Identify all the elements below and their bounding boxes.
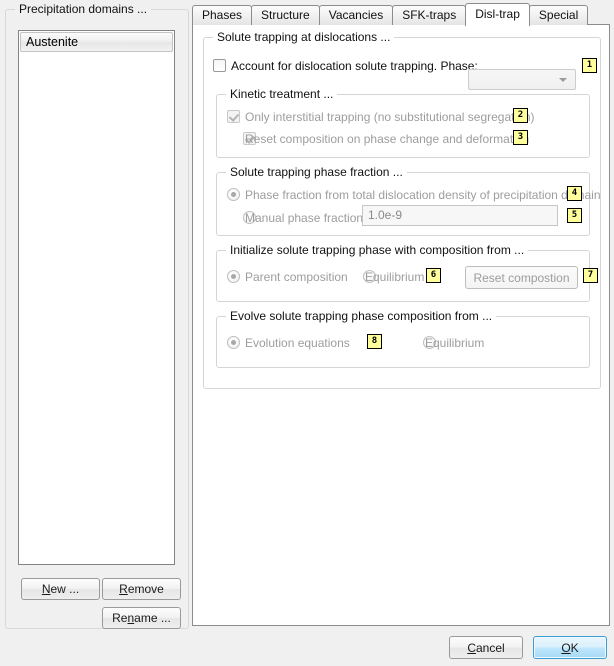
remove-button-label: Remove: [119, 582, 164, 596]
rename-button-label: Rename ...: [112, 611, 171, 625]
tab-area: Phases Structure Vacancies SFK-traps Dis…: [192, 2, 610, 626]
phase-fraction-manual-label: Manual phase fraction: [245, 211, 364, 225]
reset-composition-button-label: Reset compostion: [473, 270, 570, 285]
phase-fraction-group-title: Solute trapping phase fraction ...: [226, 165, 407, 179]
init-parent-composition-radio[interactable]: [227, 270, 240, 284]
badge-1: 1: [582, 58, 597, 73]
badge-5: 5: [567, 208, 582, 223]
tab-special[interactable]: Special: [528, 5, 589, 25]
reset-composition-button[interactable]: Reset compostion: [465, 266, 578, 289]
new-domain-button[interactable]: New ...: [21, 578, 100, 600]
tab-label: Structure: [261, 8, 310, 22]
interstitial-trapping-checkbox[interactable]: [227, 110, 240, 124]
tab-label: Special: [538, 8, 579, 22]
badge-8: 8: [367, 334, 382, 349]
badge-3: 3: [513, 130, 528, 145]
tab-disl-trap[interactable]: Disl-trap: [465, 3, 530, 26]
badge-2: 2: [513, 108, 528, 123]
precipitation-domains-panel: Precipitation domains ... Austenite New …: [5, 2, 189, 629]
kinetic-treatment-group: Kinetic treatment ... Only interstitial …: [216, 87, 590, 158]
badge-7: 7: [583, 268, 598, 283]
list-item[interactable]: Austenite: [20, 32, 173, 52]
tab-structure[interactable]: Structure: [251, 5, 320, 25]
tab-phases[interactable]: Phases: [192, 5, 253, 25]
remove-domain-button[interactable]: Remove: [102, 578, 181, 600]
evolve-composition-group-title: Evolve solute trapping phase composition…: [226, 309, 497, 323]
evolve-composition-group: Evolve solute trapping phase composition…: [216, 309, 590, 368]
tab-label: Vacancies: [328, 8, 384, 22]
badge-4: 4: [567, 186, 582, 201]
account-dislocation-trapping-label: Account for dislocation solute trapping.…: [231, 59, 478, 73]
phase-fraction-total-label: Phase fraction from total dislocation de…: [245, 188, 601, 202]
initialize-composition-group: Initialize solute trapping phase with co…: [216, 243, 598, 302]
new-button-label: New ...: [41, 582, 80, 596]
precipitation-domains-title: Precipitation domains ...: [15, 2, 152, 16]
evolve-equations-label: Evolution equations: [245, 336, 350, 350]
tab-vacancies[interactable]: Vacancies: [318, 5, 394, 25]
chevron-down-icon: [559, 78, 567, 83]
tab-strip: Phases Structure Vacancies SFK-traps Dis…: [192, 2, 589, 26]
solute-trapping-group: Solute trapping at dislocations ... Acco…: [203, 30, 601, 389]
list-item-label: Austenite: [26, 35, 79, 49]
ok-button[interactable]: OK: [533, 636, 607, 659]
disl-trap-panel: Solute trapping at dislocations ... Acco…: [192, 24, 610, 626]
tab-label: Phases: [202, 8, 243, 22]
kinetic-treatment-group-title: Kinetic treatment ...: [226, 87, 338, 101]
tab-sfk-traps[interactable]: SFK-traps: [392, 5, 467, 25]
phase-combo-box[interactable]: [468, 69, 576, 91]
account-dislocation-trapping-checkbox[interactable]: [213, 59, 226, 73]
init-parent-composition-label: Parent composition: [245, 270, 348, 284]
solute-trapping-group-title: Solute trapping at dislocations ...: [213, 30, 395, 44]
reset-composition-label: Reset composition on phase change and de…: [245, 132, 530, 146]
cancel-button[interactable]: Cancel: [449, 636, 523, 659]
manual-phase-fraction-input[interactable]: 1.0e-9: [362, 205, 558, 226]
tab-label: SFK-traps: [402, 8, 457, 22]
phase-fraction-total-radio[interactable]: [227, 188, 240, 202]
interstitial-trapping-label: Only interstitial trapping (no substitut…: [245, 110, 535, 124]
domain-list[interactable]: Austenite: [18, 30, 175, 565]
phase-fraction-group: Solute trapping phase fraction ... Phase…: [216, 165, 601, 236]
tab-label: Disl-trap: [475, 7, 520, 21]
initialize-composition-group-title: Initialize solute trapping phase with co…: [226, 243, 529, 257]
ok-button-label: OK: [561, 640, 579, 655]
evolve-equations-radio[interactable]: [227, 336, 240, 350]
rename-domain-button[interactable]: Rename ...: [102, 607, 181, 629]
badge-6: 6: [426, 268, 441, 283]
cancel-button-label: Cancel: [467, 640, 505, 655]
init-equilibrium-label: Equilibrium: [365, 270, 425, 284]
evolve-equilibrium-label: Equilibrium: [425, 336, 485, 350]
